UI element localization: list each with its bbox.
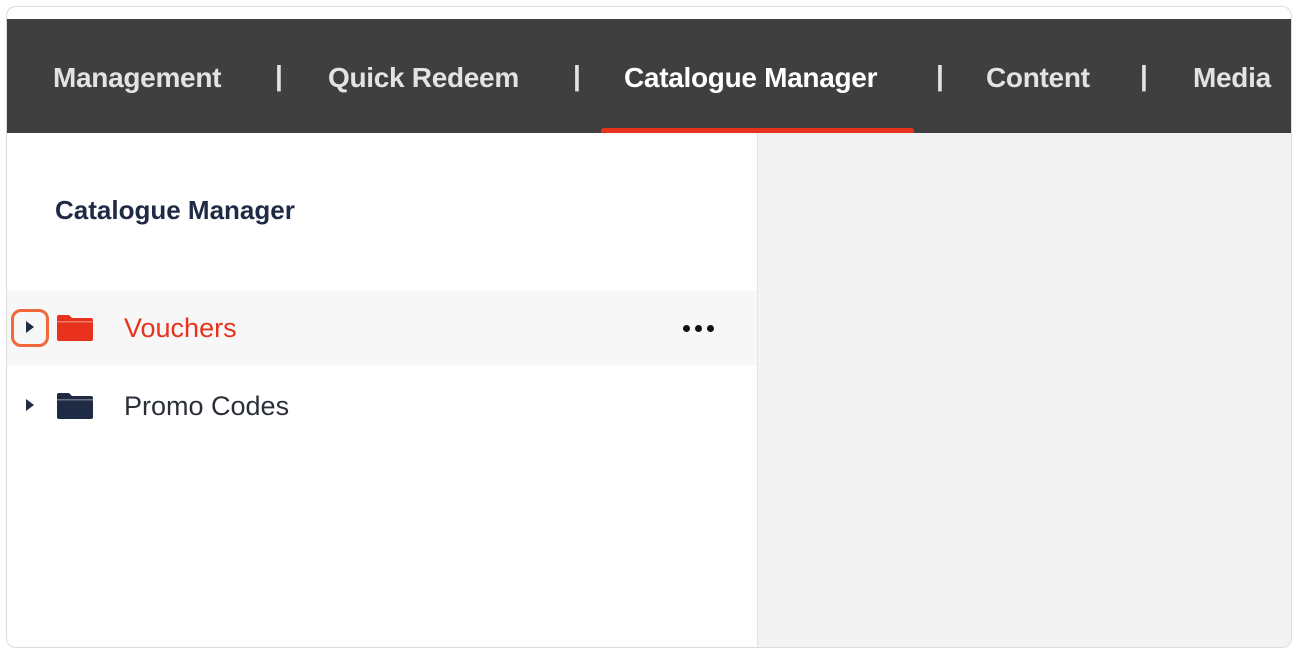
catalogue-tree-panel: Catalogue Manager Vouchers Promo Codes bbox=[7, 133, 757, 647]
nav-item-content[interactable]: Content bbox=[986, 19, 1090, 133]
app-window: Management | Quick Redeem | Catalogue Ma… bbox=[6, 6, 1292, 648]
more-horizontal-icon[interactable] bbox=[677, 313, 721, 343]
nav-item-quick-redeem[interactable]: Quick Redeem bbox=[328, 19, 519, 133]
nav-separator: | bbox=[275, 60, 283, 91]
nav-separator: | bbox=[573, 60, 581, 91]
caret-right-icon bbox=[26, 321, 34, 333]
detail-panel bbox=[757, 133, 1291, 647]
tree-item-label: Vouchers bbox=[124, 313, 237, 343]
expand-toggle[interactable] bbox=[11, 309, 49, 347]
tree-item-promo-codes[interactable]: Promo Codes bbox=[7, 369, 757, 443]
nav-item-media[interactable]: Media bbox=[1193, 19, 1271, 133]
top-navigation: Management | Quick Redeem | Catalogue Ma… bbox=[7, 19, 1291, 133]
folder-icon bbox=[57, 315, 93, 341]
tree-item-label: Promo Codes bbox=[124, 391, 290, 421]
panel-title: Catalogue Manager bbox=[55, 195, 295, 225]
nav-separator: | bbox=[1140, 60, 1148, 91]
folder-icon bbox=[57, 393, 93, 419]
caret-right-icon bbox=[26, 399, 34, 411]
nav-item-catalogue-manager[interactable]: Catalogue Manager bbox=[624, 19, 877, 133]
expand-toggle[interactable] bbox=[11, 387, 49, 425]
nav-item-management[interactable]: Management bbox=[53, 19, 221, 133]
tree-item-vouchers[interactable]: Vouchers bbox=[7, 291, 757, 365]
nav-separator: | bbox=[936, 60, 944, 91]
